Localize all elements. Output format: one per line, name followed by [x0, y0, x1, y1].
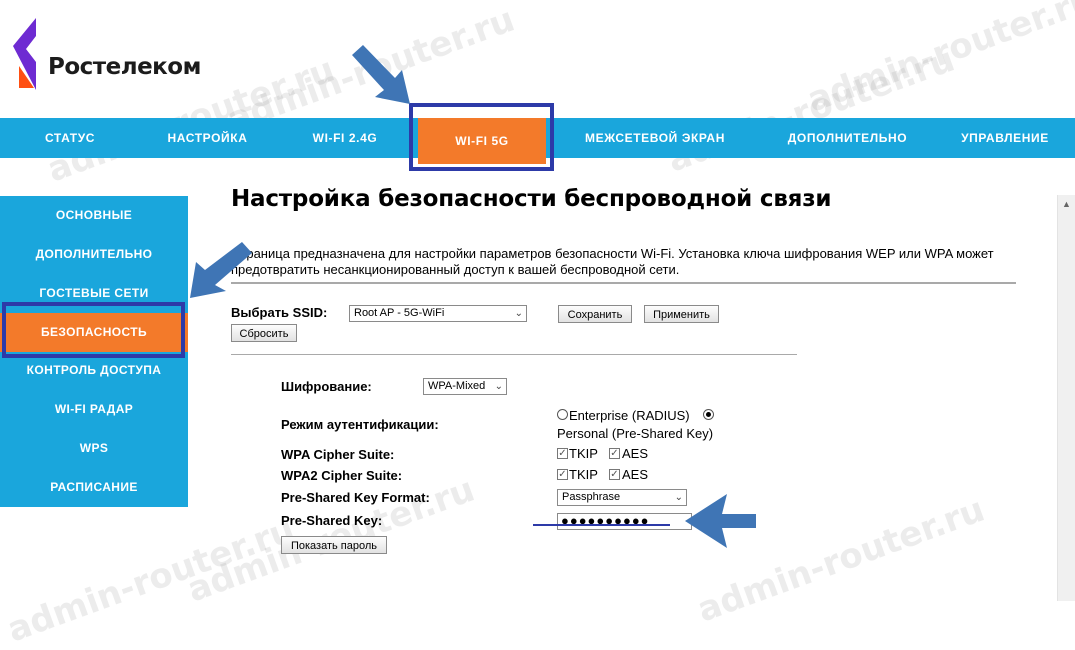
highlight-frame-tab — [409, 103, 554, 171]
tab-status[interactable]: СТАТУС — [20, 118, 120, 158]
tab-firewall[interactable]: МЕЖСЕТЕВОЙ ЭКРАН — [570, 118, 740, 158]
show-password-button[interactable]: Показать пароль — [281, 536, 387, 554]
wpa-tkip-label: TKIP — [569, 446, 598, 461]
chevron-down-icon: ⌄ — [494, 381, 503, 392]
watermark: admin-router.ru — [662, 39, 960, 181]
wpa2-aes-checkbox[interactable]: ✓ — [609, 469, 620, 480]
arrow-down-right-icon — [352, 45, 410, 104]
watermark: admin-router.ru — [692, 489, 990, 631]
wpa-tkip-checkbox[interactable]: ✓ — [557, 448, 568, 459]
page-description: Страница предназначена для настройки пар… — [231, 246, 994, 277]
encryption-label: Шифрование: — [281, 379, 372, 394]
save-button[interactable]: Сохранить — [558, 305, 632, 323]
scroll-up-icon[interactable]: ▲ — [1062, 199, 1071, 209]
tab-wifi-24g[interactable]: WI-FI 2.4G — [290, 118, 400, 158]
wpa-aes-checkbox[interactable]: ✓ — [609, 448, 620, 459]
tab-management[interactable]: УПРАВЛЕНИЕ — [945, 118, 1065, 158]
ssid-select-value: Root AP - 5G-WiFi — [354, 307, 445, 319]
auth-personal-label: Personal (Pre-Shared Key) — [557, 426, 714, 441]
sidebar-item-wifi-radar[interactable]: WI-FI РАДАР — [0, 390, 188, 429]
ssid-label: Выбрать SSID: — [231, 305, 328, 320]
highlight-frame-sidebar — [2, 302, 185, 358]
encryption-select[interactable]: WPA-Mixed ⌄ — [423, 378, 507, 395]
arrow-left-icon — [685, 494, 756, 548]
apply-button[interactable]: Применить — [644, 305, 719, 323]
watermark: admin-router.ru — [802, 0, 1075, 121]
wpa2-tkip-checkbox[interactable]: ✓ — [557, 469, 568, 480]
auth-enterprise-label: Enterprise (RADIUS) — [569, 408, 690, 423]
wpa2-cipher-label: WPA2 Cipher Suite: — [281, 468, 403, 483]
tab-settings[interactable]: НАСТРОЙКА — [150, 118, 265, 158]
watermark: admin-router.ru — [2, 509, 300, 650]
sidebar-item-basic[interactable]: ОСНОВНЫЕ — [0, 196, 188, 235]
reset-button[interactable]: Сбросить — [231, 324, 297, 342]
wpa2-aes-label: AES — [622, 467, 649, 482]
divider — [231, 282, 1016, 284]
divider — [231, 354, 797, 355]
sidebar-item-schedule[interactable]: РАСПИСАНИЕ — [0, 468, 188, 507]
chevron-down-icon: ⌄ — [674, 492, 683, 503]
psk-format-select[interactable]: Passphrase ⌄ — [557, 489, 687, 506]
encryption-select-value: WPA-Mixed — [428, 380, 486, 392]
psk-label: Pre-Shared Key: — [281, 513, 383, 528]
brand-name: Ростелеком — [48, 54, 201, 80]
ssid-select[interactable]: Root AP - 5G-WiFi ⌄ — [349, 305, 527, 322]
wpa-aes-label: AES — [622, 446, 649, 461]
auth-mode-label: Режим аутентификации: — [281, 417, 439, 432]
tab-advanced[interactable]: ДОПОЛНИТЕЛЬНО — [770, 118, 925, 158]
auth-personal-radio[interactable] — [703, 409, 714, 420]
wpa2-tkip-label: TKIP — [569, 467, 598, 482]
wpa-cipher-label: WPA Cipher Suite: — [281, 447, 395, 462]
psk-format-select-value: Passphrase — [562, 491, 621, 503]
sidebar-item-advanced[interactable]: ДОПОЛНИТЕЛЬНО — [0, 235, 188, 274]
psk-format-label: Pre-Shared Key Format: — [281, 490, 430, 505]
scrollbar[interactable]: ▲ — [1057, 195, 1075, 601]
page-title: Настройка безопасности беспроводной связ… — [231, 186, 832, 212]
psk-input[interactable]: ●●●●●●●●●● — [557, 513, 692, 530]
chevron-down-icon: ⌄ — [514, 308, 523, 319]
auth-enterprise-radio[interactable] — [557, 409, 568, 420]
sidebar-item-wps[interactable]: WPS — [0, 429, 188, 468]
